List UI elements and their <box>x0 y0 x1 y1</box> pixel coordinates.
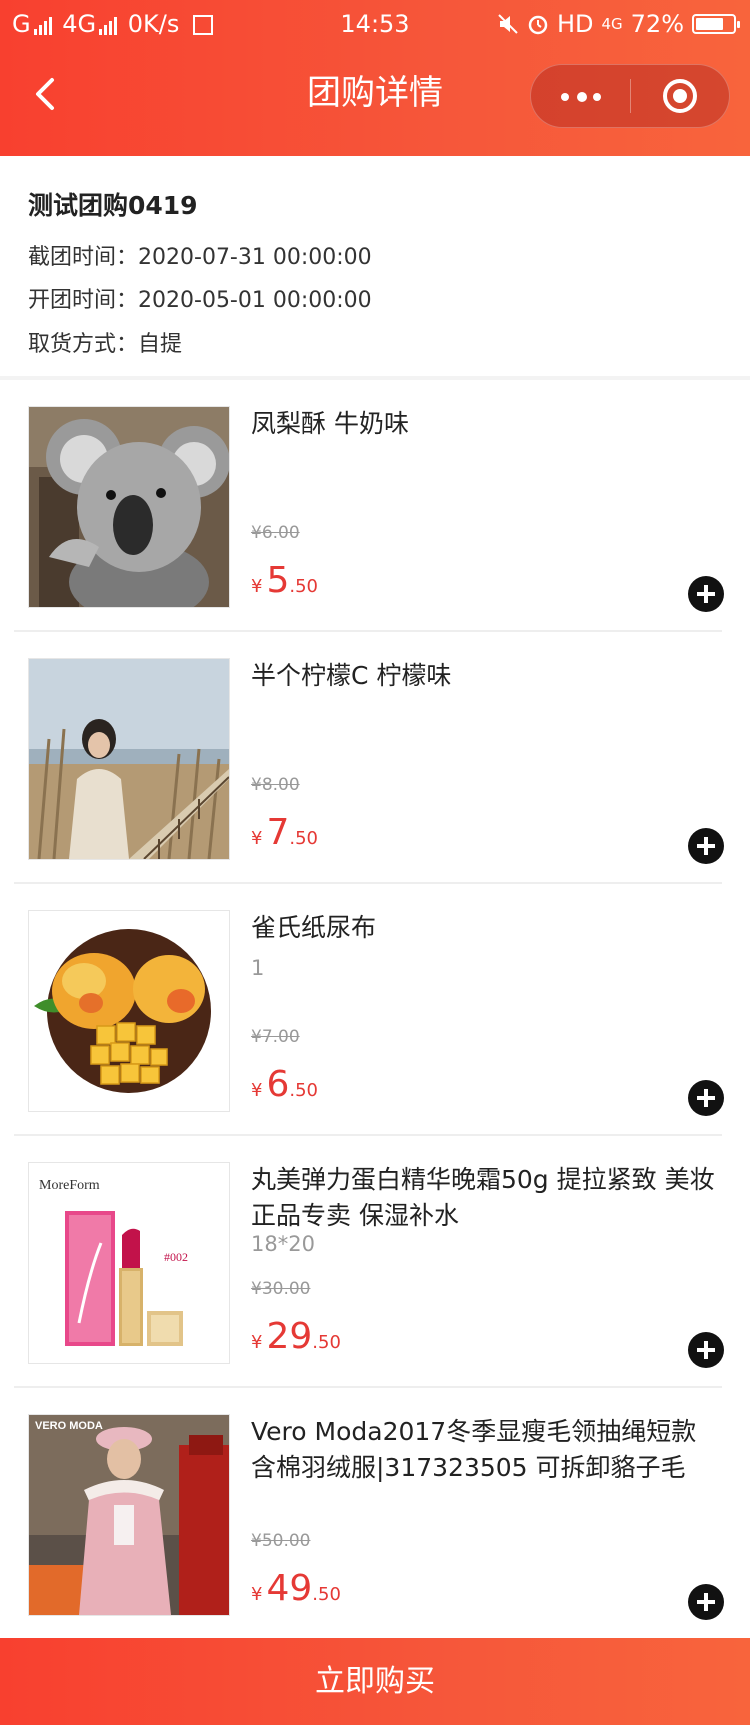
more-button[interactable] <box>531 65 630 127</box>
more-dot <box>577 92 587 102</box>
price-integer: 29 <box>266 1316 313 1357</box>
current-price: ¥5.50 <box>251 560 318 601</box>
shade-number: #002 <box>164 1250 188 1264</box>
product-item: 凤梨酥 牛奶味 ¥6.00 ¥5.50 <box>0 380 750 632</box>
group-info-card: 测试团购0419 截团时间：2020-07-31 00:00:00 开团时间：2… <box>0 156 750 376</box>
price-decimal: .50 <box>289 1080 318 1101</box>
product-name[interactable]: 半个柠檬C 柠檬味 <box>251 658 721 694</box>
currency-symbol: ¥ <box>251 1080 263 1101</box>
hd-label: HD <box>556 10 594 38</box>
product-item: 雀氏纸尿布 1 ¥7.00 ¥6.50 <box>0 884 750 1136</box>
product-image-fashion-model[interactable]: VERO MODA <box>28 1414 230 1616</box>
price-integer: 5 <box>266 560 290 601</box>
current-price: ¥6.50 <box>251 1064 318 1105</box>
product-image-lipstick[interactable]: MoreForm #002 <box>28 1162 230 1364</box>
lipstick-image: MoreForm #002 <box>29 1163 229 1363</box>
brand-logo: VERO MODA <box>35 1420 103 1432</box>
deadline-value: 2020-07-31 00:00:00 <box>138 245 372 270</box>
more-dots-icon <box>561 93 569 101</box>
original-price: ¥6.00 <box>251 523 300 543</box>
price-decimal: .50 <box>289 828 318 849</box>
product-list: 凤梨酥 牛奶味 ¥6.00 ¥5.50 半个柠檬C 柠檬味 ¥8.00 ¥ 7.… <box>0 380 750 1638</box>
start-label: 开团时间： <box>28 288 139 313</box>
buy-now-button[interactable]: 立即购买 <box>0 1638 750 1725</box>
mini-program-capsule <box>530 64 730 128</box>
start-row: 开团时间：2020-05-01 00:00:00 <box>28 282 372 314</box>
current-price: ¥29.50 <box>251 1316 341 1357</box>
original-price: ¥50.00 <box>251 1531 311 1551</box>
status-bar: G 4G 0K/s 14:53 HD 4G 72% <box>0 0 750 48</box>
product-name[interactable]: 丸美弹力蛋白精华晚霜50g 提拉紧致 美妆正品专卖 保湿补水 <box>251 1162 721 1234</box>
product-item: VERO MODA Vero Moda2017冬季显瘦毛领抽绳短款含棉羽绒服|3… <box>0 1388 750 1640</box>
price-decimal: .50 <box>289 576 318 597</box>
koala-image <box>29 407 229 607</box>
add-to-cart-button[interactable] <box>688 828 724 864</box>
brand-logo: MoreForm <box>39 1178 100 1193</box>
original-price: ¥30.00 <box>251 1279 311 1299</box>
product-spec: 18*20 <box>251 1232 315 1256</box>
battery-icon <box>692 14 740 34</box>
product-spec: 1 <box>251 956 265 980</box>
close-mini-program-button[interactable] <box>631 65 729 127</box>
currency-symbol: ¥ <box>251 1584 263 1605</box>
price-integer: 6 <box>266 1064 290 1105</box>
add-to-cart-button[interactable] <box>688 1332 724 1368</box>
current-price: ¥49.50 <box>251 1568 341 1609</box>
target-dot <box>673 89 687 103</box>
price-integer: 49 <box>266 1568 313 1609</box>
group-name: 测试团购0419 <box>28 191 198 220</box>
fashion-model-image: VERO MODA <box>29 1415 229 1615</box>
product-item: 半个柠檬C 柠檬味 ¥8.00 ¥7.50 <box>0 632 750 884</box>
pickup-row: 取货方式：自提 <box>28 326 182 358</box>
pickup-label: 取货方式： <box>28 332 139 357</box>
nav-bar: 团购详情 <box>0 48 750 156</box>
product-name[interactable]: 凤梨酥 牛奶味 <box>251 406 721 442</box>
currency-symbol: ¥ <box>251 828 263 849</box>
currency-symbol: ¥ <box>251 1332 263 1353</box>
original-price: ¥7.00 <box>251 1027 300 1047</box>
currency-symbol: ¥ <box>251 576 263 597</box>
product-name[interactable]: Vero Moda2017冬季显瘦毛领抽绳短款含棉羽绒服|317323505 可… <box>251 1414 721 1486</box>
status-right: HD 4G 72% <box>497 0 740 48</box>
mango-image <box>29 911 229 1111</box>
mute-icon <box>498 14 518 34</box>
deadline-row: 截团时间：2020-07-31 00:00:00 <box>28 239 372 271</box>
deadline-label: 截团时间： <box>28 245 139 270</box>
add-to-cart-button[interactable] <box>688 1080 724 1116</box>
product-name[interactable]: 雀氏纸尿布 <box>251 910 721 946</box>
price-decimal: .50 <box>312 1332 341 1353</box>
product-item: MoreForm #002 丸美弹力蛋白精华晚霜50g 提拉紧致 美妆正品专卖 … <box>0 1136 750 1388</box>
product-image-woman-field[interactable] <box>28 658 230 860</box>
alarm-icon <box>528 15 548 35</box>
more-dot <box>593 93 601 101</box>
current-price: ¥7.50 <box>251 812 318 853</box>
product-image-koala[interactable] <box>28 406 230 608</box>
price-decimal: .50 <box>312 1584 341 1605</box>
net-label: 4G <box>601 15 623 33</box>
woman-field-image <box>29 659 229 859</box>
product-image-mango[interactable] <box>28 910 230 1112</box>
battery-percent: 72% <box>630 10 684 38</box>
top-bar: G 4G 0K/s 14:53 HD 4G 72% 团购详情 <box>0 0 750 156</box>
pickup-value: 自提 <box>138 332 183 357</box>
original-price: ¥8.00 <box>251 775 300 795</box>
start-value: 2020-05-01 00:00:00 <box>138 288 372 313</box>
price-integer: 7 <box>266 812 290 853</box>
add-to-cart-button[interactable] <box>688 1584 724 1620</box>
add-to-cart-button[interactable] <box>688 576 724 612</box>
